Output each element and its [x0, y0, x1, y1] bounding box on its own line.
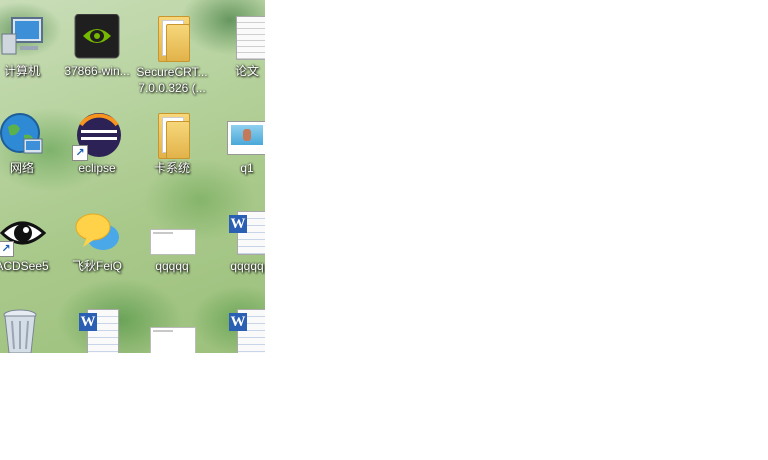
desktop-icon-q1[interactable]: q1	[209, 111, 265, 207]
folder-icon	[148, 111, 196, 159]
image-file-icon	[223, 111, 265, 159]
desktop-background: 计算机 37866-win... SecureCRT... 7.0.0.326 (…	[0, 0, 265, 353]
desktop-icon-nvidia[interactable]: 37866-win...	[59, 14, 135, 110]
icon-label: SecureCRT... 7.0.0.326 (...	[136, 65, 208, 95]
desktop-icon-word-doc-2[interactable]: W	[209, 307, 265, 353]
icon-label: qqqqq	[155, 259, 189, 273]
feiq-chat-icon	[75, 213, 119, 250]
desktop-icon-lunwen[interactable]: 论文	[209, 14, 265, 110]
desktop-icon-computer[interactable]: 计算机	[0, 14, 60, 110]
shortcut-arrow-icon: ↗	[0, 241, 14, 257]
desktop-icon-qqqqq-image[interactable]: qqqqq	[134, 209, 210, 305]
icon-label: 卡系统	[153, 161, 190, 175]
word-document-icon: W	[223, 209, 265, 257]
icon-label: qqqqq	[230, 259, 264, 273]
folder-icon	[148, 14, 196, 62]
icon-label: 论文	[234, 64, 259, 78]
computer-icon	[1, 17, 43, 55]
word-document-icon: W	[223, 307, 265, 353]
icon-label: eclipse	[78, 161, 116, 175]
desktop-icon-recycle-bin[interactable]	[0, 307, 60, 353]
desktop-icon-image-thumb[interactable]	[134, 307, 210, 353]
desktop-icon-qqqqq-word[interactable]: W qqqqq	[209, 209, 265, 305]
image-thumbnail-icon	[148, 209, 196, 257]
desktop-icon-acdsee5[interactable]: ↗ ACDSee5	[0, 209, 60, 305]
word-document-icon: W	[73, 307, 121, 353]
icon-label: q1	[240, 161, 254, 175]
icon-label: 飞秋FeiQ	[71, 259, 122, 273]
desktop-icon-kaxitong-folder[interactable]: 卡系统	[134, 111, 210, 207]
network-globe-icon	[0, 113, 43, 154]
text-file-icon	[223, 14, 265, 62]
nvidia-icon	[74, 14, 120, 59]
desktop-icon-securecrt-folder[interactable]: SecureCRT... 7.0.0.326 (...	[134, 14, 210, 110]
image-thumbnail-icon	[148, 307, 196, 353]
recycle-bin-icon	[3, 309, 37, 353]
desktop-icon-eclipse[interactable]: ↗ eclipse	[59, 111, 135, 207]
shortcut-arrow-icon: ↗	[72, 145, 88, 161]
desktop-icon-feiq[interactable]: 飞秋FeiQ	[59, 209, 135, 305]
icon-label: 37866-win...	[64, 64, 130, 78]
desktop-icon-network[interactable]: 网络	[0, 111, 60, 207]
desktop-icon-word-doc[interactable]: W	[59, 307, 135, 353]
